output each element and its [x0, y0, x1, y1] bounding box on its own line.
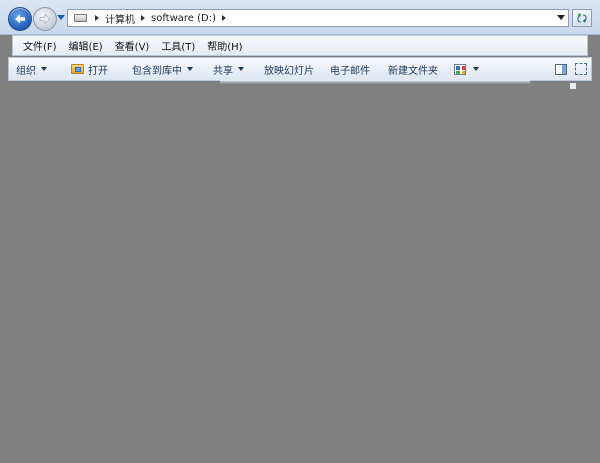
menu-help[interactable]: 帮助(H)	[201, 38, 248, 53]
content-overlay	[0, 85, 600, 463]
toolbar-shadow	[220, 80, 530, 84]
chevron-down-icon	[41, 67, 47, 71]
preview-pane-icon[interactable]	[555, 63, 567, 75]
menu-tools[interactable]: 工具(T)	[155, 38, 201, 53]
forward-arrow-icon	[39, 14, 51, 24]
open-label: 打开	[88, 65, 108, 77]
menu-file[interactable]: 文件(F)	[13, 38, 63, 53]
organize-label: 组织	[16, 65, 36, 77]
menu-edit[interactable]: 编辑(E)	[63, 38, 109, 53]
command-toolbar: 组织 打开 包含到库中 共享 放映幻灯片 电子邮件 新建文件夹	[8, 57, 592, 81]
back-arrow-icon	[15, 14, 25, 24]
window-edge-fragment	[570, 83, 576, 89]
change-view-button[interactable]	[447, 63, 486, 75]
back-button[interactable]	[8, 7, 32, 31]
recent-pages-button[interactable]	[57, 14, 65, 22]
chevron-down-icon	[57, 15, 65, 20]
new-folder-button[interactable]: 新建文件夹	[381, 62, 445, 77]
menu-bar: 文件(F) 编辑(E) 查看(V) 工具(T) 帮助(H)	[12, 35, 588, 56]
slideshow-button[interactable]: 放映幻灯片	[257, 62, 321, 77]
include-in-library-button[interactable]: 包含到库中	[125, 62, 200, 77]
breadcrumb-separator-icon[interactable]	[141, 15, 145, 21]
refresh-button[interactable]	[572, 9, 592, 27]
chevron-down-icon	[473, 67, 479, 71]
chevron-down-icon	[187, 67, 193, 71]
email-button[interactable]: 电子邮件	[323, 62, 377, 77]
view-grid-icon	[454, 63, 466, 75]
layout-icon[interactable]	[575, 63, 587, 75]
open-button[interactable]: 打开	[64, 62, 115, 77]
open-folder-icon	[71, 64, 84, 74]
share-button[interactable]: 共享	[206, 62, 251, 77]
share-label: 共享	[213, 65, 233, 77]
address-box[interactable]: 计算机 software (D:)	[67, 9, 569, 27]
breadcrumb-software-drive[interactable]: software (D:)	[151, 13, 216, 24]
refresh-icon	[577, 13, 587, 22]
email-label: 电子邮件	[330, 65, 370, 77]
breadcrumb: 计算机 software (D:)	[89, 11, 232, 26]
organize-button[interactable]: 组织	[9, 62, 54, 77]
breadcrumb-separator-icon[interactable]	[222, 15, 226, 21]
address-bar-area: 计算机 software (D:)	[0, 0, 600, 35]
forward-button[interactable]	[33, 7, 57, 31]
breadcrumb-separator-icon[interactable]	[95, 15, 99, 21]
computer-icon	[74, 14, 87, 22]
address-dropdown-icon[interactable]	[557, 15, 565, 20]
chevron-down-icon	[238, 67, 244, 71]
toolbar-right-group	[555, 63, 591, 75]
slideshow-label: 放映幻灯片	[264, 65, 314, 77]
include-library-label: 包含到库中	[132, 65, 182, 77]
new-folder-label: 新建文件夹	[388, 65, 438, 77]
menu-view[interactable]: 查看(V)	[109, 38, 156, 53]
breadcrumb-computer[interactable]: 计算机	[105, 11, 135, 26]
